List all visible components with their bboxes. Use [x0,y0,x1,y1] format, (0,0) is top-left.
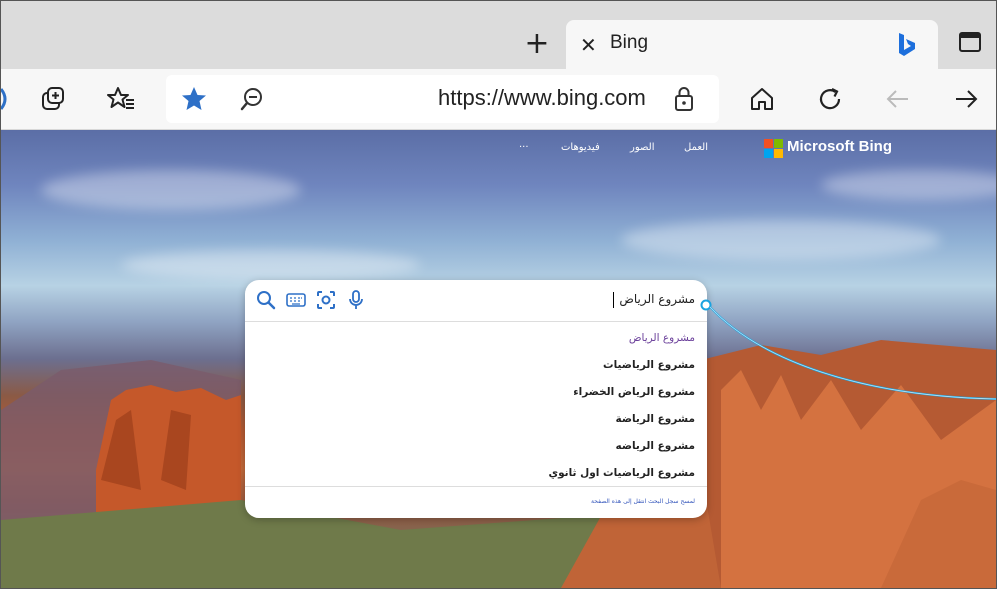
suggestion-item[interactable]: مشروع الرياضة [255,406,695,433]
suggestion-item[interactable]: مشروع الرياض [255,325,695,352]
suggestion-item[interactable]: مشروع الرياضيات اول ثانوي [255,460,695,487]
search-input[interactable]: مشروع الرياض [245,280,707,322]
address-bar[interactable]: https://www.bing.com [166,75,719,123]
clear-history-link[interactable]: لمسح سجل البحث انتقل إلى هذه الصفحة [591,498,695,505]
divider [245,486,707,487]
suggestion-list: مشروع الرياض مشروع الرياضيات مشروع الريا… [255,325,695,487]
nav-more[interactable]: ··· [519,142,529,153]
background-cloud [821,170,996,200]
keyboard-icon[interactable] [285,289,307,311]
lock-icon[interactable] [673,86,695,112]
forward-icon[interactable] [950,83,982,115]
tab-actions-icon[interactable] [959,32,981,52]
search-icon[interactable] [255,289,277,311]
back-icon[interactable] [882,83,914,115]
nav-work[interactable]: العمل [684,142,708,153]
tab-strip: + ✕ Bing [1,1,996,69]
bing-brand[interactable]: Microsoft Bing [787,138,892,155]
background-cloud [621,220,941,260]
suggestion-item[interactable]: مشروع الرياض الخضراء [255,379,695,406]
microsoft-logo [764,139,783,158]
url-text[interactable]: https://www.bing.com [438,85,646,111]
search-query-text[interactable]: مشروع الرياض [619,292,695,306]
browser-window: + ✕ Bing https://www.bing.com ··· فيديوه… [0,0,997,589]
suggestion-item[interactable]: مشروع الرياضه [255,433,695,460]
new-tab-button[interactable]: + [520,27,554,61]
tab-title: Bing [610,32,649,53]
suggestion-item[interactable]: مشروع الرياضيات [255,352,695,379]
home-icon[interactable] [746,83,778,115]
refresh-icon[interactable] [814,83,846,115]
nav-images[interactable]: الصور [630,142,655,153]
close-icon[interactable]: ✕ [580,33,597,57]
tab-bing[interactable]: ✕ Bing [566,20,938,69]
background-cloud [121,250,421,280]
sidebar-edge-icon [1,88,7,110]
bing-icon[interactable] [896,31,918,59]
favorites-list-icon[interactable] [105,83,137,115]
collections-icon[interactable] [37,83,69,115]
nav-videos[interactable]: فيديوهات [561,142,600,153]
microphone-icon[interactable] [345,289,367,311]
search-box: مشروع الرياض مشروع الرياض مشروع الرياضيا… [245,280,707,518]
toolbar: https://www.bing.com [1,69,996,130]
visual-search-icon[interactable] [315,289,337,311]
background-cloud [41,170,301,210]
zoom-icon[interactable] [239,86,265,112]
star-icon[interactable] [180,85,208,113]
text-caret [613,292,614,308]
